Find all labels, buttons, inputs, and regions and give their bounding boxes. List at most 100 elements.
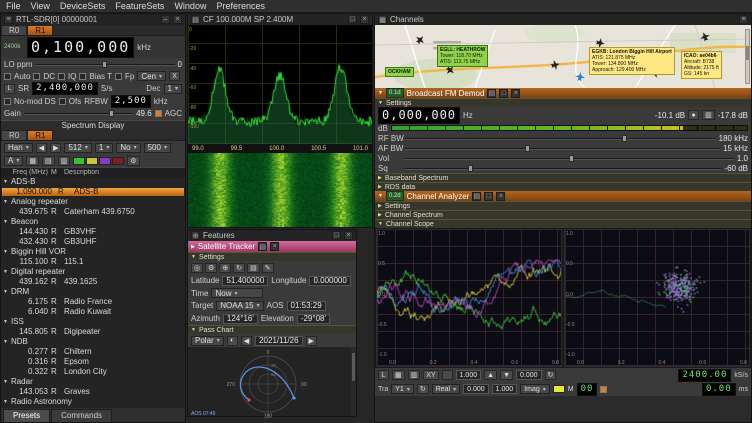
preset-row[interactable]: 6.175RRadio France <box>1 297 185 307</box>
center-frequency-display[interactable]: 0,100,000 <box>27 37 134 58</box>
channel-frequency-display[interactable]: 0,000,000 <box>378 107 460 124</box>
auto-checkbox[interactable] <box>4 73 11 80</box>
rollup-arrow-icon[interactable]: ▼ <box>378 90 383 96</box>
airport-info-egll[interactable]: EGLL: HEATHROW Tower: 118.70 MHzATIS: 11… <box>437 45 488 67</box>
menu-item-window[interactable]: Window <box>174 1 206 11</box>
rollup-arrow-icon[interactable]: ▶ <box>191 244 195 250</box>
add-satellite-icon[interactable]: ⊕ <box>219 263 231 273</box>
menu-item-featuresets[interactable]: FeatureSets <box>115 1 164 11</box>
channel-scope-header[interactable]: ▼Channel Scope <box>375 219 751 228</box>
grid-icon[interactable]: ▦ <box>392 370 405 380</box>
maximize-icon[interactable]: □ <box>348 15 357 24</box>
next-pass-button[interactable]: ▶ <box>306 336 317 346</box>
trace-color-swatch[interactable] <box>553 385 565 393</box>
projection2-select[interactable]: Imag▾ <box>520 384 550 394</box>
nomod-checkbox[interactable] <box>4 98 11 105</box>
preset-group-row[interactable]: ▼NDB <box>1 337 185 347</box>
spectrum-window-icon[interactable]: ▤ <box>191 15 200 24</box>
satellite-list-icon[interactable]: ▤ <box>247 263 260 273</box>
trace-enable-checkbox[interactable] <box>600 386 607 393</box>
averaging-select[interactable]: 1▾ <box>95 143 113 153</box>
detach-icon[interactable]: ▤ <box>258 242 267 251</box>
tab-commands[interactable]: Commands <box>51 409 112 422</box>
grid-icon[interactable]: ▦ <box>26 156 39 166</box>
preset-group-row[interactable]: ▼Radio Astronomy <box>1 397 185 407</box>
waterfall-plot[interactable] <box>188 153 372 227</box>
lo-ppm-slider[interactable] <box>35 60 174 69</box>
close-icon[interactable]: × <box>270 242 279 251</box>
color-swatch[interactable] <box>112 157 124 165</box>
preset-row[interactable]: 0.322RLondon City <box>1 367 185 377</box>
up-icon[interactable]: ▲ <box>484 370 497 380</box>
pass-chart-header[interactable]: ▼Pass Chart <box>188 325 356 334</box>
preset-group-row[interactable]: ▼Biggin Hill VOR <box>1 247 185 257</box>
close-icon[interactable]: × <box>173 15 182 24</box>
maximize-icon[interactable]: □ <box>332 231 341 240</box>
refresh-icon[interactable]: ↻ <box>545 370 557 380</box>
latitude-field[interactable]: 51.400000 <box>222 276 268 286</box>
preset-group-row[interactable]: ▼DRM <box>1 287 185 297</box>
preset-group-row[interactable]: ▼Digital repeater <box>1 267 185 277</box>
rfbw-slider[interactable] <box>405 134 716 143</box>
features-window-icon[interactable]: ⊕ <box>191 231 200 240</box>
spectrum-tab-r1[interactable]: R1 <box>27 130 53 140</box>
channels-menu-icon[interactable]: ≡ <box>739 15 748 24</box>
sq-slider[interactable] <box>405 164 721 173</box>
close-icon[interactable]: × <box>511 89 520 98</box>
offset-field[interactable]: 1.000 <box>492 384 518 394</box>
tab-presets[interactable]: Presets <box>3 409 50 422</box>
afbw-slider[interactable] <box>405 144 720 153</box>
preset-row[interactable]: 432.430RGB3UHF <box>1 237 185 247</box>
rollup-arrow-icon[interactable]: ▼ <box>378 193 383 199</box>
spectrum-plot[interactable]: 0-20-40-60-80-100 <box>188 25 372 144</box>
close-icon[interactable]: × <box>344 231 353 240</box>
fft-right-button[interactable]: ▶ <box>50 143 61 153</box>
spectrum-tab-r0[interactable]: R0 <box>1 130 27 140</box>
ofs-checkbox[interactable] <box>59 98 66 105</box>
settings-icon[interactable]: ⚙ <box>205 263 217 273</box>
preset-group-row[interactable]: ▼ISS <box>1 317 185 327</box>
aircraft-info-box[interactable]: ICAO: ae04b6 Aircraft: B738Altitude: 217… <box>681 51 722 79</box>
rds-data-header[interactable]: ▶RDS data <box>375 182 751 191</box>
time-select[interactable]: Now▾ <box>211 288 263 298</box>
window-menu-icon[interactable]: ≡ <box>4 15 13 24</box>
color-swatch[interactable] <box>73 157 85 165</box>
maximize-icon[interactable]: □ <box>499 89 508 98</box>
preset-row[interactable]: 145.805RDigipeater <box>1 327 185 337</box>
avg-mode-select[interactable]: No▾ <box>116 143 140 153</box>
baseband-spectrum-header[interactable]: ▶Baseband Spectrum <box>375 173 751 182</box>
samplerate-display[interactable]: 2,400,000 <box>32 82 98 95</box>
preset-row[interactable]: 6.040RRadio Kuwait <box>1 307 185 317</box>
airport-info-egkb[interactable]: EGKB: London Biggin Hill Airport ATIS: 1… <box>589 47 675 75</box>
refresh-icon[interactable]: ↻ <box>417 384 429 394</box>
menu-item-file[interactable]: File <box>6 1 21 11</box>
annotation-select[interactable]: A▾ <box>4 156 23 166</box>
preset-row[interactable]: 439.675RCaterham 439.6750 <box>1 207 185 217</box>
refresh-rate-select[interactable]: 500▾ <box>144 143 171 153</box>
audio-mute-icon[interactable]: ● <box>688 110 699 120</box>
channel-spectrum-header[interactable]: ▶Channel Spectrum <box>375 210 751 219</box>
prev-pass-button[interactable]: ◀ <box>241 336 252 346</box>
preset-group-row[interactable]: ▼Beacon <box>1 217 185 227</box>
refresh-icon[interactable]: ↻ <box>233 263 245 273</box>
trace-select[interactable]: Y1▾ <box>391 384 414 394</box>
preset-group-row[interactable]: ▼Radar <box>1 377 185 387</box>
scope-trace-display[interactable]: 1.00.50.0-0.5-1.0 0.00.20.40.60.8 <box>376 229 562 367</box>
xy-mode-button[interactable]: XY <box>423 370 438 380</box>
dec-select[interactable]: 1▾ <box>164 84 182 94</box>
iq-checkbox[interactable] <box>58 73 65 80</box>
maximize-icon[interactable]: □ <box>484 192 493 201</box>
detach-icon[interactable]: ▤ <box>487 89 496 98</box>
preset-row[interactable]: 439.162R439.1625 <box>1 277 185 287</box>
waterfall-icon[interactable]: ▥ <box>58 156 71 166</box>
preset-row[interactable]: 0.277RChiltern <box>1 347 185 357</box>
snap-icon[interactable]: ▥ <box>702 110 715 120</box>
target-select[interactable]: NOAA 15▾ <box>216 301 263 311</box>
color-swatch[interactable] <box>86 157 98 165</box>
histogram-icon[interactable]: ▤ <box>42 156 55 166</box>
rfbw-display[interactable]: 2,500 <box>111 95 151 108</box>
adsb-map[interactable]: EGLL: HEATHROW Tower: 118.70 MHzATIS: 11… <box>375 25 751 88</box>
down-icon[interactable]: ▼ <box>500 370 513 380</box>
lock-button[interactable]: L <box>4 84 15 94</box>
agc-checkbox[interactable] <box>155 110 162 117</box>
